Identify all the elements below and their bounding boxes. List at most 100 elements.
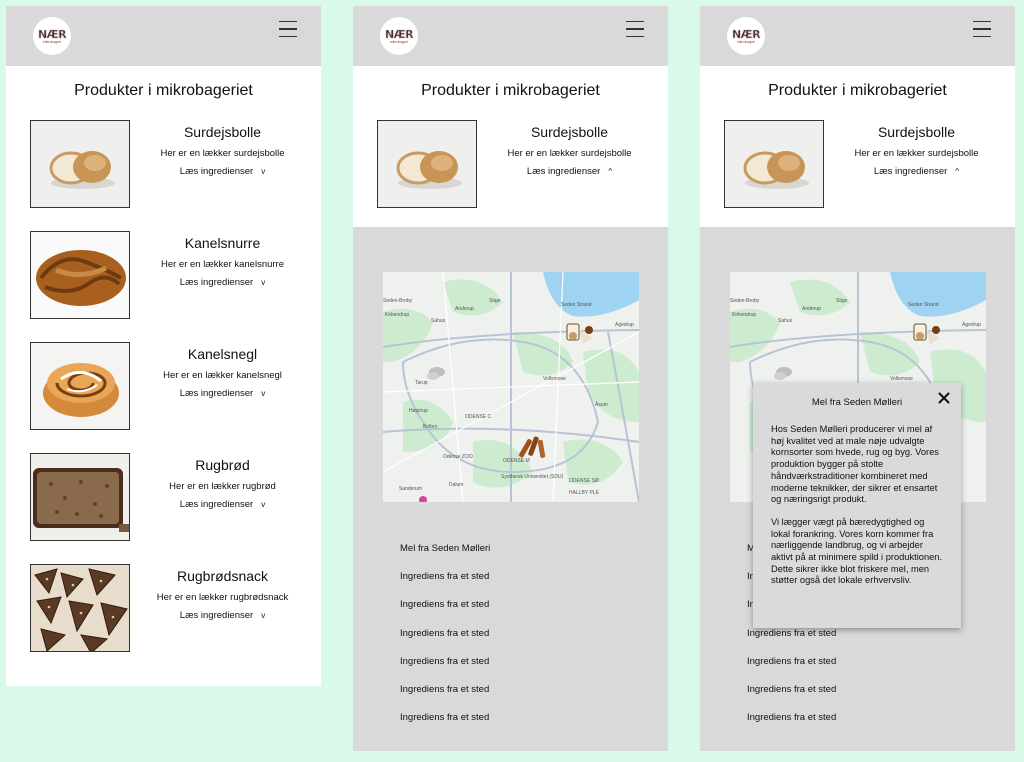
product-image-surdejsbolle[interactable] bbox=[377, 120, 477, 208]
origin-item[interactable]: Ingrediens fra et sted bbox=[400, 628, 490, 656]
map-label: Kirkendrup bbox=[385, 312, 409, 318]
map-label: Vollsmose bbox=[543, 376, 566, 382]
product-card: Rugbrød Her er en lækker rugbrød Læs ing… bbox=[6, 453, 321, 564]
map-label: Åsum bbox=[595, 401, 608, 408]
product-info: Rugbrød Her er en lækker rugbrød Læs ing… bbox=[142, 457, 303, 512]
logo[interactable]: NÆR mikrobageri bbox=[33, 17, 71, 55]
product-name: Kanelsnurre bbox=[184, 235, 261, 251]
chevron-up-icon: ^ bbox=[608, 167, 613, 176]
origin-item[interactable]: Ingrediens fra et sted bbox=[400, 684, 490, 712]
product-image-kanelsnegl[interactable] bbox=[30, 342, 130, 430]
map-label: Odense ZOO bbox=[443, 454, 473, 460]
map-label: Seden-Broby bbox=[383, 298, 413, 304]
product-info: Surdejsbolle Her er en lækker surdejsbol… bbox=[489, 124, 650, 179]
toggle-label: Læs ingredienser bbox=[873, 166, 948, 177]
read-ingredients-toggle[interactable]: Læs ingredienser v bbox=[180, 499, 265, 510]
origin-detail-popup: Mel fra Seden Mølleri Hos Seden Mølleri … bbox=[753, 383, 961, 628]
origin-item[interactable]: Ingrediens fra et sted bbox=[400, 599, 490, 627]
product-info: Kanelsnurre Her er en lækker kanelsnurre… bbox=[142, 235, 303, 290]
map-label: ODENSE SØ bbox=[569, 478, 599, 484]
popup-paragraph: Vi lægger vægt på bæredygtighed og lokal… bbox=[771, 516, 943, 586]
toggle-label: Læs ingredienser bbox=[179, 388, 254, 399]
product-image-surdejsbolle[interactable] bbox=[724, 120, 824, 208]
product-image-surdejsbolle[interactable] bbox=[30, 120, 130, 208]
page-title: Produkter i mikrobageriet bbox=[74, 82, 253, 99]
product-list: Surdejsbolle Her er en lækker surdejsbol… bbox=[700, 120, 1015, 231]
map-label: Anderup bbox=[802, 306, 821, 312]
product-description: Her er en lækker rugbrød bbox=[169, 481, 276, 492]
read-ingredients-toggle[interactable]: Læs ingredienser v bbox=[180, 610, 265, 621]
product-description: Her er en lækker surdejsbolle bbox=[507, 148, 632, 159]
popup-paragraph: Hos Seden Mølleri producerer vi mel af h… bbox=[771, 424, 939, 505]
screen-origin-detail: NÆR mikrobageri Produkter i mikrobagerie… bbox=[700, 6, 1015, 751]
product-image-rugbroedsnack[interactable] bbox=[30, 564, 130, 652]
toggle-label: Læs ingredienser bbox=[179, 277, 254, 288]
logo-subtext: mikrobageri bbox=[389, 39, 409, 44]
product-card: Kanelsnegl Her er en lækker kanelsnegl L… bbox=[6, 342, 321, 453]
map-label: HALLBY PLE bbox=[569, 490, 600, 496]
logo[interactable]: NÆR mikrobageri bbox=[727, 17, 765, 55]
chevron-up-icon: ^ bbox=[955, 167, 960, 176]
origin-item[interactable]: Ingrediens fra et sted bbox=[747, 656, 837, 684]
product-image-kanelsnurre[interactable] bbox=[30, 231, 130, 319]
origin-item[interactable]: Ingrediens fra et sted bbox=[747, 628, 837, 656]
product-list: Surdejsbolle Her er en lækker surdejsbol… bbox=[353, 120, 668, 231]
read-ingredients-toggle[interactable]: Læs ingredienser ^ bbox=[874, 166, 959, 177]
product-name: Surdejsbolle bbox=[530, 124, 609, 140]
map-label: Agedrup bbox=[615, 322, 634, 328]
origin-item[interactable]: Ingrediens fra et sted bbox=[400, 571, 490, 599]
map-label: Sahus bbox=[778, 318, 793, 324]
logo-subtext: mikrobageri bbox=[42, 39, 62, 44]
toggle-label: Læs ingredienser bbox=[179, 166, 254, 177]
origin-item[interactable]: Ingrediens fra et sted bbox=[747, 712, 837, 740]
map-label: Seden Strand bbox=[561, 302, 592, 308]
hamburger-menu-icon[interactable] bbox=[973, 20, 991, 38]
map-label: Agedrup bbox=[962, 322, 981, 328]
map-label: Syddansk Universitet (SDU) bbox=[501, 474, 564, 480]
logo-text: NÆR bbox=[384, 27, 414, 41]
read-ingredients-toggle[interactable]: Læs ingredienser v bbox=[180, 388, 265, 399]
map-label: ODENSE M bbox=[503, 458, 530, 464]
product-info: Kanelsnegl Her er en lækker kanelsnegl L… bbox=[142, 346, 303, 401]
product-info: Rugbrødsnack Her er en lækker rugbrødsna… bbox=[142, 568, 303, 623]
product-description: Her er en lækker kanelsnurre bbox=[160, 259, 285, 270]
product-card: Surdejsbolle Her er en lækker surdejsbol… bbox=[353, 120, 668, 231]
product-name: Surdejsbolle bbox=[183, 124, 262, 140]
ingredients-panel: Stige Seden Strand Seden-Broby Anderup K… bbox=[353, 227, 668, 751]
map-label: Sahus bbox=[431, 318, 446, 324]
read-ingredients-toggle[interactable]: Læs ingredienser v bbox=[180, 277, 265, 288]
read-ingredients-toggle[interactable]: Læs ingredienser v bbox=[180, 166, 265, 177]
map-label: Vollsmose bbox=[890, 376, 913, 382]
product-description: Her er en lækker surdejsbolle bbox=[160, 148, 285, 159]
map-label: Tarup bbox=[415, 380, 428, 386]
origin-item[interactable]: Ingrediens fra et sted bbox=[400, 656, 490, 684]
logo-text: NÆR bbox=[731, 27, 761, 41]
product-info: Surdejsbolle Her er en lækker surdejsbol… bbox=[142, 124, 303, 179]
ingredient-origin-list: Mel fra Seden Mølleri Ingrediens fra et … bbox=[400, 543, 490, 740]
product-name: Surdejsbolle bbox=[877, 124, 956, 140]
read-ingredients-toggle[interactable]: Læs ingredienser ^ bbox=[527, 166, 612, 177]
toggle-label: Læs ingredienser bbox=[526, 166, 601, 177]
logo[interactable]: NÆR mikrobageri bbox=[380, 17, 418, 55]
product-card: Surdejsbolle Her er en lækker surdejsbol… bbox=[6, 120, 321, 231]
popup-title: Mel fra Seden Mølleri bbox=[811, 397, 903, 408]
hamburger-menu-icon[interactable] bbox=[279, 20, 297, 38]
page-title: Produkter i mikrobageriet bbox=[421, 82, 600, 99]
hamburger-menu-icon[interactable] bbox=[626, 20, 644, 38]
close-icon[interactable] bbox=[937, 391, 951, 405]
toggle-label: Læs ingredienser bbox=[179, 610, 254, 621]
origin-item[interactable]: Ingrediens fra et sted bbox=[747, 684, 837, 712]
origin-item[interactable]: Mel fra Seden Mølleri bbox=[400, 543, 490, 571]
product-name: Rugbrød bbox=[195, 457, 250, 473]
logo-subtext: mikrobageri bbox=[736, 39, 756, 44]
toggle-label: Læs ingredienser bbox=[179, 499, 254, 510]
map-label: Højstrup bbox=[409, 408, 428, 414]
map-label: Kirkendrup bbox=[732, 312, 756, 318]
screen-ingredients-map: NÆR mikrobageri Produkter i mikrobagerie… bbox=[353, 6, 668, 751]
map-label: Dalum bbox=[449, 482, 463, 488]
product-description: Her er en lækker kanelsnegl bbox=[163, 370, 282, 381]
origin-item[interactable]: Ingrediens fra et sted bbox=[400, 712, 490, 740]
product-image-rugbroed[interactable] bbox=[30, 453, 130, 541]
chevron-down-icon: v bbox=[261, 389, 266, 398]
ingredients-map[interactable]: Stige Seden Strand Seden-Broby Anderup K… bbox=[383, 272, 639, 502]
